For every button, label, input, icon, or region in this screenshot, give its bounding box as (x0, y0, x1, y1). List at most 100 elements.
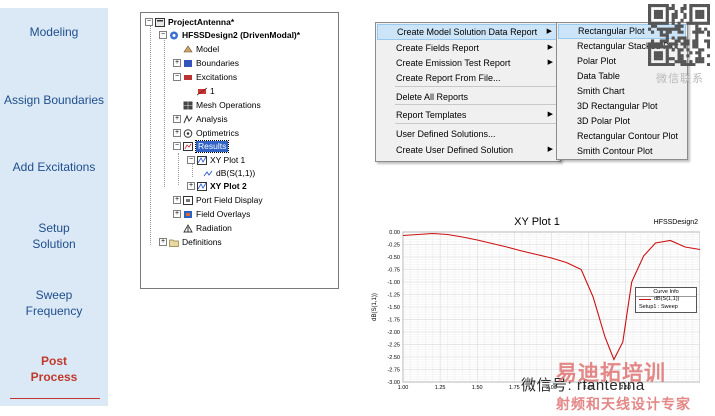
workflow-step-label: Add Excitations (12, 160, 96, 174)
y-tick-label: -2.25 (387, 343, 400, 349)
workflow-step-label: Solution (32, 237, 76, 251)
workflow-step[interactable]: Sweep Frequency (0, 287, 108, 319)
excitations-icon (183, 73, 193, 82)
y-tick-label: -1.00 (387, 280, 400, 286)
workflow-step-label: Post (40, 354, 67, 368)
menu-item-label: User Defined Solutions... (396, 129, 496, 139)
hfss-design-icon (169, 31, 179, 40)
legend-series-name: dB(S(1,1)) (654, 296, 680, 302)
tree-port-field-display[interactable]: + Port Field Display (173, 194, 263, 206)
menu-item[interactable]: Create Model Solution Data Report ▶ (377, 24, 559, 40)
workflow-step[interactable]: Post Process (0, 353, 108, 399)
submenu-arrow-icon: ▶ (547, 59, 553, 66)
optimetrics-icon (183, 128, 193, 138)
collapse-icon[interactable]: − (159, 31, 167, 39)
tree-design[interactable]: − HFSSDesign2 (DrivenModal)* (159, 29, 300, 41)
tree-connector (178, 153, 179, 185)
tree-analysis[interactable]: + Analysis (173, 113, 228, 125)
workflow-step-label: Setup (38, 221, 70, 235)
tree-boundaries[interactable]: + Boundaries (173, 57, 239, 69)
tree-definitions[interactable]: + Definitions (159, 236, 222, 248)
menu-item-label: Create Model Solution Data Report (397, 27, 538, 37)
menu-item-label: Create Emission Test Report (396, 58, 511, 68)
collapse-icon[interactable]: − (145, 18, 153, 26)
collapse-icon[interactable]: − (173, 73, 181, 81)
x-tick-label: 1.00 (398, 385, 409, 391)
workflow-step[interactable]: Setup Solution (0, 220, 108, 252)
x-tick-label: 1.50 (472, 385, 483, 391)
collapse-icon[interactable]: − (187, 156, 195, 164)
menu-item[interactable]: Create Fields Report ▶ (377, 40, 559, 56)
qr-code-pattern (648, 4, 711, 67)
submenu-arrow-icon: ▶ (547, 44, 553, 51)
menu-item[interactable]: Create Report From File... (377, 70, 559, 86)
plot-legend[interactable]: Curve Info dB(S(1,1)) Setup1 : Sweep (635, 287, 697, 313)
y-tick-label: -1.50 (387, 305, 400, 311)
menu-item[interactable]: Create User Defined Solution ▶ (377, 142, 559, 158)
tree-optimetrics[interactable]: + Optimetrics (173, 127, 239, 139)
active-step-underline (10, 398, 100, 399)
model-icon (183, 44, 193, 54)
mesh-icon (183, 100, 193, 110)
workflow-step[interactable]: Add Excitations (0, 159, 108, 175)
legend-setup-detail: Setup1 : Sweep (639, 304, 678, 310)
expand-icon[interactable]: + (187, 182, 195, 190)
field-overlays-icon (183, 210, 193, 219)
submenu-item[interactable]: 3D Polar Plot (558, 114, 686, 129)
plot-title: XY Plot 1 (514, 216, 560, 228)
menu-item[interactable]: User Defined Solutions... (377, 126, 559, 142)
submenu-item[interactable]: 3D Rectangular Plot (558, 99, 686, 114)
results-icon (183, 141, 193, 151)
y-tick-label: -2.50 (387, 355, 400, 361)
tree-radiation[interactable]: Radiation (183, 222, 232, 234)
workflow-step[interactable]: Assign Boundaries (0, 92, 108, 108)
tree-xy-plot-1[interactable]: − XY Plot 1 (187, 154, 245, 166)
tree-trace[interactable]: dB(S(1,1)) (203, 167, 255, 179)
submenu-arrow-icon: ▶ (547, 146, 553, 153)
menu-item[interactable]: Report Templates ▶ (377, 107, 559, 123)
tree-project[interactable]: − ProjectAntenna* (145, 16, 234, 28)
radiation-icon (183, 223, 193, 233)
workflow-steps-panel: Modeling Assign Boundaries Add Excitations… (0, 8, 108, 406)
y-tick-label: -2.75 (387, 368, 400, 374)
plot-design-name: HFSSDesign2 (653, 219, 698, 226)
folder-icon (169, 238, 179, 247)
submenu-item[interactable]: Rectangular Contour Plot (558, 129, 686, 144)
collapse-icon[interactable]: − (173, 142, 181, 150)
xy-plot-icon (197, 181, 207, 191)
workflow-step-label: Sweep (35, 288, 73, 302)
qr-code-icon (648, 4, 711, 67)
expand-icon[interactable]: + (173, 59, 181, 67)
watermark-brand: 易迪拓培训 (556, 362, 666, 385)
submenu-item[interactable]: Smith Contour Plot (558, 144, 686, 159)
expand-icon[interactable]: + (159, 238, 167, 246)
expand-icon[interactable]: + (173, 129, 181, 137)
legend-swatch (639, 299, 651, 300)
tree-field-overlays[interactable]: + Field Overlays (173, 208, 250, 220)
y-tick-label: -0.75 (387, 268, 400, 274)
menu-item-label: Create Report From File... (396, 73, 501, 83)
menu-item[interactable]: Delete All Reports (377, 89, 559, 105)
tree-mesh-operations[interactable]: Mesh Operations (183, 99, 261, 111)
y-tick-label: 0.00 (389, 230, 400, 236)
watermark-slogan: 射频和天线设计专家 (556, 396, 691, 412)
tree-model[interactable]: Model (183, 43, 219, 55)
y-tick-label: -1.25 (387, 293, 400, 299)
results-context-menu[interactable]: Create Model Solution Data Report ▶ Create… (375, 22, 561, 162)
tree-excitation-port[interactable]: 1 (196, 85, 215, 97)
workflow-step-label: Process (30, 370, 78, 384)
expand-icon[interactable]: + (173, 115, 181, 123)
expand-icon[interactable]: + (173, 196, 181, 204)
tree-xy-plot-2[interactable]: + XY Plot 2 (187, 180, 247, 192)
tree-excitations[interactable]: − Excitations (173, 71, 237, 83)
trace-icon (203, 169, 213, 178)
tree-results[interactable]: − Results (173, 139, 230, 153)
y-tick-label: -2.00 (387, 330, 400, 336)
workflow-step[interactable]: Modeling (0, 24, 108, 40)
y-tick-label: -1.75 (387, 318, 400, 324)
menu-item[interactable]: Create Emission Test Report ▶ (377, 55, 559, 71)
expand-icon[interactable]: + (173, 210, 181, 218)
submenu-item[interactable]: Smith Chart (558, 84, 686, 99)
menu-item-label: Create User Defined Solution (396, 145, 514, 155)
project-tree[interactable]: − ProjectAntenna* − HFSSDesign2 (DrivenM… (140, 12, 339, 289)
